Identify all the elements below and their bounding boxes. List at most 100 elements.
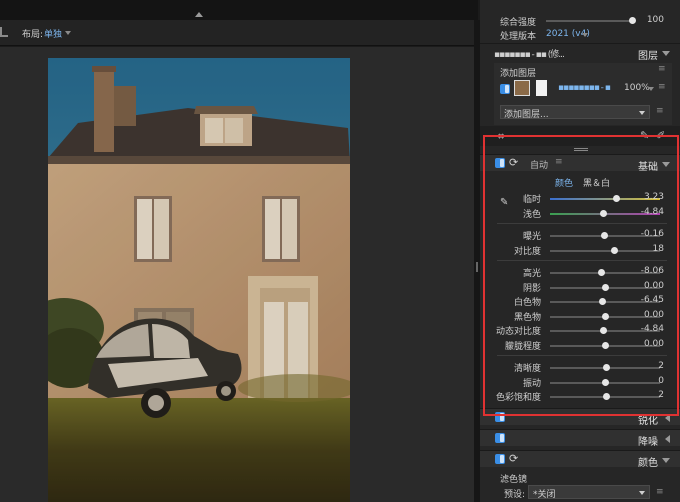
slider-row: 动态对比度 -4.84 <box>480 324 680 338</box>
collapse-toolbar-icon[interactable] <box>195 12 203 17</box>
slider-value[interactable]: -4.84 <box>641 324 664 334</box>
slider-label: 色彩饱和度 <box>495 393 541 403</box>
chevron-left-icon[interactable] <box>665 435 670 443</box>
slider-value[interactable]: 0 <box>658 376 664 386</box>
color-visibility-toggle[interactable] <box>495 454 505 464</box>
slider-label: 朦胧程度 <box>504 341 541 352</box>
drag-handle-icon[interactable] <box>574 148 588 151</box>
slider-knob[interactable] <box>613 195 620 202</box>
slider-value[interactable]: -4.84 <box>641 207 664 217</box>
chevron-down-icon[interactable] <box>662 162 670 167</box>
adjustments-panel: 综合强度 100 处理版本 2021 (v4) ▪▪▪▪▪▪▪ - ▪▪ (修.… <box>480 0 680 502</box>
layer-thumbnail[interactable] <box>514 80 530 96</box>
chevron-down-icon[interactable] <box>65 31 71 35</box>
add-layer-label: 添加图层 <box>500 69 537 79</box>
slider-track[interactable] <box>550 393 660 400</box>
auto-button[interactable]: 自动 <box>530 158 548 171</box>
amount-slider-knob[interactable] <box>629 17 636 24</box>
layer-settings-icon[interactable]: ≡ <box>658 82 666 92</box>
layout-dropdown[interactable]: 单独 <box>44 27 62 40</box>
slider-knob[interactable] <box>597 269 605 276</box>
menu-icon[interactable]: ≡ <box>555 157 563 167</box>
add-layer-dropdown[interactable]: 添加图层... <box>500 105 650 120</box>
preset-dropdown[interactable]: *关闭 <box>528 485 650 500</box>
layout-label: 布局: <box>22 30 44 40</box>
slider-knob[interactable] <box>602 341 609 349</box>
chevron-down-icon[interactable] <box>648 87 654 91</box>
slider-value[interactable]: 3.23 <box>644 192 664 202</box>
layers-title: 图层 <box>638 51 658 62</box>
tab-color[interactable]: 颜色 <box>555 176 573 189</box>
chevron-down-icon[interactable] <box>662 51 670 56</box>
sharpen-visibility-toggle[interactable] <box>495 412 505 422</box>
slider-value[interactable]: 0.00 <box>644 310 664 320</box>
layer-name[interactable]: ▪▪▪▪▪▪▪▪ - ▪ <box>558 83 611 93</box>
layer-opacity[interactable]: 100% <box>624 83 650 93</box>
slider-value[interactable]: 0.00 <box>644 339 664 349</box>
tools-row <box>480 126 680 146</box>
slider-knob[interactable] <box>603 364 611 371</box>
basic-visibility-toggle[interactable] <box>495 158 505 168</box>
slider-label: 动态对比度 <box>495 327 541 337</box>
slider-knob[interactable] <box>602 312 609 320</box>
slider-knob[interactable] <box>602 378 609 386</box>
color-header[interactable]: ⟳ 颜色 <box>480 450 680 469</box>
amount-label: 综合强度 <box>500 18 537 28</box>
noise-visibility-toggle[interactable] <box>495 433 505 443</box>
amount-value[interactable]: 100 <box>647 15 664 25</box>
slider-knob[interactable] <box>610 246 618 254</box>
slider-value[interactable]: 0.00 <box>644 281 664 291</box>
slider-row: 清晰度 2 <box>480 361 680 375</box>
chevron-left-icon[interactable] <box>665 414 670 422</box>
noise-title: 降噪 <box>638 437 658 448</box>
slider-track[interactable] <box>550 364 660 371</box>
amount-slider[interactable] <box>546 17 636 24</box>
slider-knob[interactable] <box>600 232 608 239</box>
eyedropper-icon[interactable]: ✎ <box>640 129 649 142</box>
basic-header[interactable]: ⟳ 自动 ≡ 基础 <box>480 154 680 173</box>
crop-icon[interactable]: ⌗ <box>498 130 504 144</box>
layer-mask-thumbnail[interactable] <box>536 80 547 96</box>
slider-value[interactable]: 18 <box>653 244 664 254</box>
reset-icon[interactable]: ⟳ <box>509 452 518 465</box>
layers-header[interactable]: ▪▪▪▪▪▪▪ - ▪▪ (修... 图层 <box>480 43 680 62</box>
slider-knob[interactable] <box>599 209 607 217</box>
slider-row: 曝光 -0.16 <box>480 229 680 243</box>
layer-visibility-toggle[interactable] <box>500 84 510 94</box>
chevron-down-icon[interactable] <box>582 33 588 37</box>
slider-track[interactable] <box>550 378 660 386</box>
image-canvas[interactable] <box>0 47 474 502</box>
slider-value[interactable]: 2 <box>658 390 664 400</box>
layers-preset-text: ▪▪▪▪▪▪▪ - ▪▪ (修... <box>494 50 565 60</box>
house-photo <box>48 58 350 502</box>
slider-knob[interactable] <box>602 283 609 291</box>
noise-header[interactable]: 降噪 <box>480 429 680 448</box>
layer-options-icon[interactable]: ≡ <box>656 106 664 116</box>
reset-icon[interactable]: ⟳ <box>509 156 518 169</box>
slider-track[interactable] <box>550 246 660 254</box>
menu-icon[interactable]: ≡ <box>658 64 666 74</box>
sharpen-header[interactable]: 锐化 <box>480 408 680 427</box>
preset-dropdown-value: *关闭 <box>533 490 556 500</box>
slider-value[interactable]: 2 <box>658 361 664 371</box>
slider-label: 浅色 <box>522 209 541 220</box>
slider-knob[interactable] <box>599 327 607 334</box>
slider-row: 阴影 0.00 <box>480 281 680 295</box>
preset-label: 预设: <box>504 490 526 500</box>
section-divider <box>497 223 667 224</box>
slider-knob[interactable] <box>598 298 606 305</box>
layout-icon[interactable] <box>0 27 8 37</box>
preset-options-icon[interactable]: ≡ <box>656 487 664 497</box>
slider-row: 对比度 18 <box>480 244 680 258</box>
brush-icon[interactable]: ✐ <box>656 129 665 142</box>
splitter-grip-icon[interactable] <box>476 262 478 272</box>
slider-value[interactable]: -8.06 <box>641 266 664 276</box>
slider-value[interactable]: -0.16 <box>641 229 664 239</box>
slider-value[interactable]: -6.45 <box>641 295 664 305</box>
top-strip <box>0 0 478 20</box>
color-filter-label: 滤色镜 <box>500 475 528 485</box>
slider-knob[interactable] <box>603 393 611 400</box>
chevron-down-icon[interactable] <box>662 458 670 463</box>
tab-black-white[interactable]: 黑＆白 <box>583 176 610 189</box>
slider-label: 白色物 <box>513 298 541 308</box>
